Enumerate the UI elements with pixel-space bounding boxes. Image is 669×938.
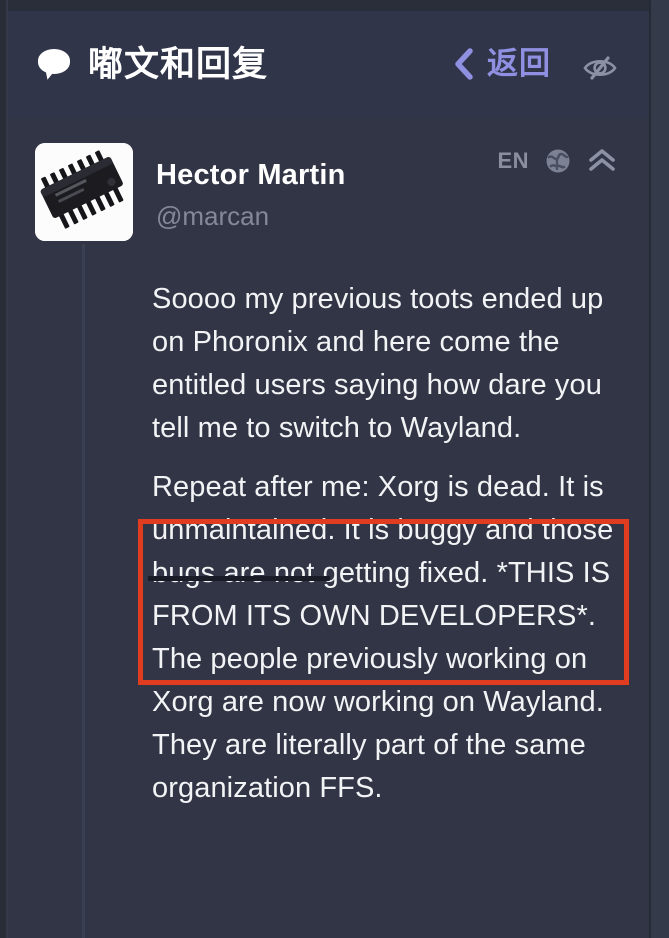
screenshot-root: 嘟文和回复 返回 Hector Martin @marcan EN Soooo …: [0, 0, 669, 938]
speech-bubble-icon: [38, 49, 72, 82]
page-title: 嘟文和回复: [88, 45, 269, 84]
display-name[interactable]: Hector Martin: [156, 158, 346, 192]
annotation-underline: [148, 576, 330, 581]
right-column-strip: [651, 0, 669, 938]
status-content: Soooo my previous toots ended up on Phor…: [152, 278, 622, 810]
app-header: 嘟文和回复 返回: [8, 11, 649, 118]
post-meta: EN: [497, 148, 617, 174]
back-label: 返回: [487, 46, 551, 81]
status-paragraph-2: Repeat after me: Xorg is dead. It is unm…: [152, 471, 614, 804]
chevron-up-double-icon[interactable]: [587, 148, 617, 174]
chevron-left-icon: [453, 48, 473, 80]
thread-connector-line: [82, 244, 85, 938]
avatar[interactable]: [35, 143, 133, 241]
left-edge-divider: [6, 0, 8, 938]
globe-icon[interactable]: [545, 148, 571, 174]
top-band: [0, 0, 669, 11]
status-post: Hector Martin @marcan EN Soooo my previo…: [8, 118, 649, 938]
eye-slash-icon[interactable]: [581, 53, 619, 83]
language-badge: EN: [497, 148, 529, 173]
back-button[interactable]: 返回: [453, 47, 551, 81]
account-handle[interactable]: @marcan: [156, 201, 269, 231]
status-paragraph-1: Soooo my previous toots ended up on Phor…: [152, 283, 604, 444]
